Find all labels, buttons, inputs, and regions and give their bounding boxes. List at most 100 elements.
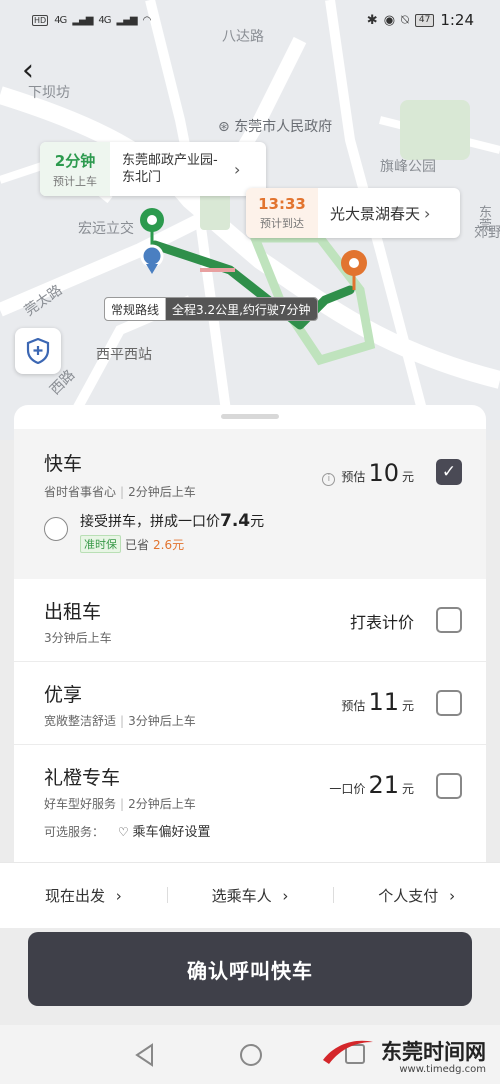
- option-label: 个人支付: [378, 887, 439, 905]
- network-label: 4G: [54, 14, 67, 26]
- save-amount: 2.6元: [153, 537, 185, 552]
- carpool-text: 接受拼车，拼成一口价: [80, 514, 220, 530]
- status-bar: HD 4G ▂▄▆ 4G ▂▄▆ ◠ ✱ ◉ ⍉ 47 1:24: [0, 0, 500, 40]
- carpool-unit: 元: [250, 514, 265, 530]
- ride-tag: 好车型好服务: [44, 797, 117, 811]
- save-prefix: 已省: [125, 537, 150, 552]
- ride-options-sheet: 快车 省时省事省心 | 2分钟后上车 i 预估 10 元 ✓ 接受拼车，拼成一口价7…: [14, 405, 486, 865]
- heart-icon: ♡: [117, 825, 129, 839]
- map-label: ⊛ 东莞市人民政府: [218, 116, 332, 136]
- passenger-option[interactable]: 选乘车人 ›: [166, 885, 334, 906]
- option-label: 选乘车人: [211, 887, 272, 905]
- dropoff-eta-box: 13:33 预计到达: [246, 188, 318, 238]
- dropoff-place: 光大景湖春天: [330, 204, 421, 223]
- sheet-handle[interactable]: [221, 414, 279, 419]
- dropoff-callout[interactable]: 13:33 预计到达 光大景湖春天 ›: [246, 188, 460, 238]
- service-row[interactable]: 可选服务： ♡ 乘车偏好设置: [44, 821, 210, 840]
- pickup-pin-icon: [140, 208, 164, 274]
- carpool-radio[interactable]: [44, 517, 68, 541]
- service-label: 可选服务：: [44, 825, 105, 839]
- map-label: 下坝坊: [28, 85, 70, 101]
- price-unit: 元: [401, 782, 414, 796]
- ride-tag: 3分钟后上车: [44, 631, 112, 645]
- price-value: 11: [368, 688, 399, 716]
- service-preference: 乘车偏好设置: [132, 825, 211, 840]
- ride-option-youxiang[interactable]: 优享 宽敞整洁舒适 | 3分钟后上车 预估 11 元: [14, 662, 486, 744]
- nav-back-icon[interactable]: [134, 1043, 156, 1067]
- status-left: HD 4G ▂▄▆ 4G ▂▄▆ ◠: [32, 14, 152, 26]
- ontime-badge: 准时保: [80, 535, 121, 553]
- check-icon: ✓: [441, 462, 457, 482]
- pickup-eta: 2分钟: [54, 151, 96, 170]
- dropoff-time: 13:33: [258, 195, 306, 213]
- ride-price: 预估 11 元: [341, 688, 414, 716]
- back-button[interactable]: ‹: [22, 56, 34, 86]
- info-icon[interactable]: i: [322, 472, 336, 486]
- map-label: 旗峰公园: [380, 159, 436, 175]
- ride-checkbox[interactable]: [436, 773, 462, 799]
- ride-name: 优享: [44, 684, 83, 706]
- poi-icon: ⊛: [218, 119, 230, 135]
- ride-checkbox[interactable]: [436, 690, 462, 716]
- ride-tag: 3分钟后上车: [128, 714, 196, 728]
- ride-option-licheng[interactable]: 礼橙专车 好车型好服务 | 2分钟后上车 一口价 21 元 可选服务： ♡ 乘车偏好…: [14, 745, 486, 865]
- swoosh-logo-icon: [323, 1040, 373, 1064]
- confirm-call-button[interactable]: 确认呼叫快车: [28, 932, 472, 1006]
- hd-badge: HD: [32, 14, 49, 26]
- ride-option-taxi[interactable]: 出租车 3分钟后上车 打表计价: [14, 579, 486, 661]
- watermark-url: www.timedg.com: [399, 1064, 486, 1075]
- chevron-right-icon: ›: [234, 159, 241, 179]
- carpool-price: 7.4: [220, 511, 251, 531]
- shield-icon: [26, 338, 50, 364]
- clock: 1:24: [440, 11, 474, 29]
- pickup-callout[interactable]: 2分钟 预计上车 东莞邮政产业园-东北门 ›: [40, 142, 266, 196]
- depart-time-option[interactable]: 现在出发 ›: [0, 885, 167, 906]
- option-label: 现在出发: [44, 887, 105, 905]
- ride-checkbox[interactable]: ✓: [436, 459, 462, 485]
- ride-price: i 预估 10 元: [322, 459, 414, 487]
- chevron-right-icon: ›: [424, 203, 431, 223]
- ride-tags: 省时省事省心 | 2分钟后上车: [44, 485, 196, 499]
- payment-option[interactable]: 个人支付 ›: [333, 885, 500, 906]
- ride-tag: 省时省事省心: [44, 485, 117, 499]
- nav-home-icon[interactable]: [239, 1043, 263, 1067]
- price-prefix: 预估: [341, 470, 366, 484]
- map-label: 郊野: [474, 225, 500, 241]
- map-label: 西平西站: [96, 347, 152, 363]
- pickup-place: 东莞邮政产业园-东北门: [122, 153, 218, 185]
- chevron-right-icon: ›: [115, 887, 122, 905]
- price-value: 10: [368, 459, 399, 487]
- ride-tags: 好车型好服务 | 2分钟后上车: [44, 797, 196, 811]
- map-label-text: 东莞市人民政府: [234, 119, 333, 135]
- map-view[interactable]: 八达路 下坝坊 ⊛ 东莞市人民政府 旗峰公园 宏远立交 莞太路 西平西站 东莞 …: [0, 0, 500, 440]
- ride-option-kuaiche[interactable]: 快车 省时省事省心 | 2分钟后上车 i 预估 10 元 ✓ 接受拼车，拼成一口价7…: [14, 429, 486, 579]
- mute-icon: ⍉: [401, 12, 409, 28]
- ride-tag: 宽敞整洁舒适: [44, 714, 117, 728]
- map-label: 宏远立交: [78, 221, 134, 237]
- route-tag: 常规路线 全程3.2公里,约行驶7分钟: [104, 297, 318, 321]
- carpool-offer: 接受拼车，拼成一口价7.4元: [80, 511, 264, 531]
- price-value: 21: [368, 771, 399, 799]
- battery-icon: 47: [414, 13, 435, 27]
- safety-button[interactable]: [15, 328, 61, 374]
- route-summary: 全程3.2公里,约行驶7分钟: [166, 298, 317, 320]
- price-unit: 元: [401, 699, 414, 713]
- ride-tag: 2分钟后上车: [128, 485, 196, 499]
- location-icon: ◉: [383, 12, 396, 28]
- carpool-details: 准时保 已省 2.6元: [80, 535, 184, 553]
- chevron-right-icon: ›: [282, 887, 289, 905]
- ride-checkbox[interactable]: [436, 607, 462, 633]
- network-label: 4G: [98, 14, 111, 26]
- ride-name: 出租车: [44, 601, 102, 623]
- ride-name: 快车: [44, 453, 83, 475]
- ride-price: 一口价 21 元: [329, 771, 414, 799]
- price-unit: 元: [401, 470, 414, 484]
- ride-tag: 2分钟后上车: [128, 797, 196, 811]
- dropoff-time-label: 预计到达: [260, 217, 304, 230]
- ride-price: 打表计价: [349, 613, 414, 632]
- wifi-icon: ◠: [142, 14, 152, 26]
- bluetooth-icon: ✱: [366, 12, 378, 28]
- signal-icon: ▂▄▆: [72, 14, 93, 26]
- destination-pin-icon: [341, 250, 367, 290]
- pickup-eta-label: 预计上车: [53, 174, 97, 188]
